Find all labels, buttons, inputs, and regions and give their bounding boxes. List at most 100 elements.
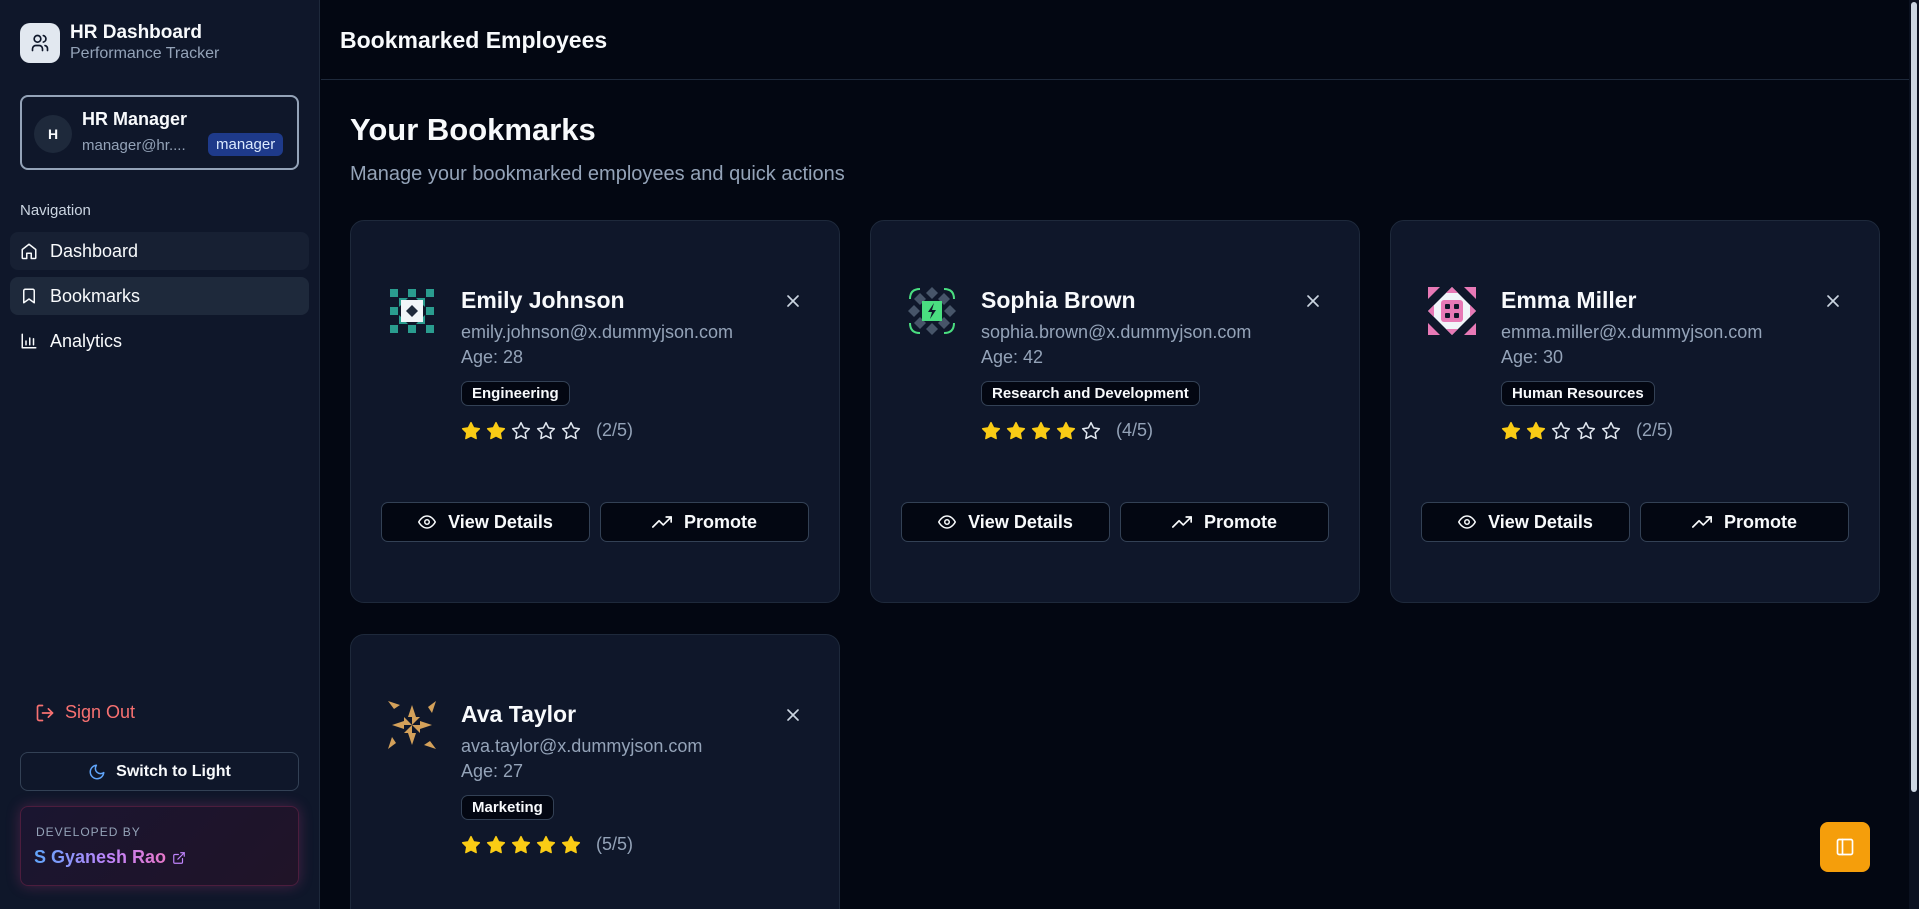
employee-age: Age: 30	[1501, 347, 1564, 367]
rating: (2/5)	[461, 420, 633, 441]
employee-avatar	[1426, 285, 1478, 337]
eye-icon	[1458, 515, 1477, 529]
star-filled-icon	[1056, 421, 1076, 439]
employee-card: Emma Miller emma.miller@x.dummyjson.com …	[1390, 220, 1880, 603]
sign-out-label: Sign Out	[65, 702, 136, 722]
role-badge: manager	[208, 133, 284, 156]
employee-avatar	[906, 285, 958, 337]
star-filled-icon	[1006, 421, 1026, 439]
employee-age: Age: 42	[981, 347, 1044, 367]
employee-card: Emily Johnson emily.johnson@x.dummyjson.…	[350, 220, 840, 603]
sidebar-toggle-button[interactable]	[1820, 822, 1870, 872]
sidebar-item-dashboard[interactable]: Dashboard	[10, 232, 309, 270]
star-filled-icon	[1526, 421, 1546, 439]
promote-label: Promote	[1203, 511, 1277, 532]
department-badge: Human Resources	[1501, 381, 1655, 406]
view-details-button[interactable]: View Details	[1421, 502, 1630, 542]
page-title: Bookmarked Employees	[340, 27, 608, 53]
employee-email: emily.johnson@x.dummyjson.com	[461, 322, 734, 342]
employee-avatar	[386, 285, 438, 337]
employee-email: emma.miller@x.dummyjson.com	[1501, 322, 1763, 342]
employee-email: sophia.brown@x.dummyjson.com	[981, 322, 1252, 342]
promote-button[interactable]: Promote	[1640, 502, 1849, 542]
brand-title: HR Dashboard	[70, 22, 202, 43]
developer-link[interactable]: S Gyanesh Rao	[34, 847, 186, 868]
view-details-label: View Details	[448, 511, 553, 532]
close-icon[interactable]	[783, 291, 803, 311]
eye-icon	[418, 515, 437, 529]
department-badge: Engineering	[461, 381, 570, 406]
bar-chart-icon	[21, 333, 37, 349]
rating: (5/5)	[461, 834, 633, 855]
theme-toggle-button[interactable]: Switch to Light	[20, 752, 299, 791]
employee-name: Emma Miller	[1501, 287, 1637, 313]
star-empty-icon	[536, 421, 556, 439]
moon-icon	[89, 764, 105, 779]
star-empty-icon	[1601, 421, 1621, 439]
top-bar: Bookmarked Employees	[321, 0, 1909, 80]
user-card[interactable]: H HR Manager manager@hr.... manager	[20, 95, 299, 170]
panel-left-icon	[1836, 838, 1854, 856]
sidebar-item-label: Analytics	[50, 330, 123, 351]
developer-name: S Gyanesh Rao	[34, 847, 167, 867]
view-details-label: View Details	[968, 511, 1073, 532]
close-icon[interactable]	[1823, 291, 1843, 311]
employee-name: Emily Johnson	[461, 287, 625, 313]
promote-label: Promote	[1723, 511, 1797, 532]
star-empty-icon	[1551, 421, 1571, 439]
star-filled-icon	[461, 835, 481, 853]
rating: (4/5)	[981, 420, 1153, 441]
close-icon[interactable]	[1303, 291, 1323, 311]
employee-card: Sophia Brown sophia.brown@x.dummyjson.co…	[870, 220, 1360, 603]
bookmark-icon	[23, 288, 35, 304]
star-filled-icon	[486, 835, 506, 853]
nav-heading: Navigation	[20, 202, 91, 219]
developer-label: DEVELOPED BY	[36, 825, 141, 839]
star-filled-icon	[1501, 421, 1521, 439]
employee-name: Sophia Brown	[981, 287, 1136, 313]
theme-toggle-label: Switch to Light	[116, 762, 231, 780]
view-details-button[interactable]: View Details	[901, 502, 1110, 542]
star-empty-icon	[561, 421, 581, 439]
department-badge: Research and Development	[981, 381, 1200, 406]
sidebar-item-analytics[interactable]: Analytics	[10, 322, 309, 360]
promote-label: Promote	[683, 511, 757, 532]
view-details-label: View Details	[1488, 511, 1593, 532]
star-empty-icon	[1576, 421, 1596, 439]
star-filled-icon	[536, 835, 556, 853]
sign-out-button[interactable]: Sign Out	[35, 702, 135, 723]
employee-email: ava.taylor@x.dummyjson.com	[461, 736, 703, 756]
close-icon[interactable]	[783, 705, 803, 725]
view-details-button[interactable]: View Details	[381, 502, 590, 542]
employee-age: Age: 28	[461, 347, 524, 367]
sidebar-item-label: Bookmarks	[50, 285, 141, 306]
star-filled-icon	[486, 421, 506, 439]
developer-card: DEVELOPED BY S Gyanesh Rao	[20, 806, 299, 886]
employee-age: Age: 27	[461, 761, 524, 781]
users-icon	[20, 23, 60, 63]
user-email: manager@hr....	[82, 137, 186, 154]
promote-button[interactable]: Promote	[1120, 502, 1329, 542]
user-name: HR Manager	[82, 109, 188, 129]
star-filled-icon	[461, 421, 481, 439]
section-subtitle: Manage your bookmarked employees and qui…	[350, 163, 845, 185]
star-filled-icon	[1031, 421, 1051, 439]
trending-up-icon	[1691, 516, 1712, 528]
sidebar-item-bookmarks[interactable]: Bookmarks	[10, 277, 309, 315]
scrollbar[interactable]	[1909, 0, 1919, 909]
star-filled-icon	[561, 835, 581, 853]
employee-avatar	[386, 699, 438, 751]
avatar: H	[34, 115, 72, 153]
rating: (2/5)	[1501, 420, 1673, 441]
rating-text: (5/5)	[596, 834, 634, 854]
scrollbar-thumb[interactable]	[1911, 2, 1917, 792]
trending-up-icon	[651, 516, 672, 528]
star-empty-icon	[511, 421, 531, 439]
sidebar: HR Dashboard Performance Tracker H HR Ma…	[0, 0, 320, 909]
rating-text: (4/5)	[1116, 420, 1154, 440]
log-out-icon	[36, 704, 54, 721]
star-filled-icon	[511, 835, 531, 853]
promote-button[interactable]: Promote	[600, 502, 809, 542]
brand-subtitle: Performance Tracker	[70, 45, 220, 62]
eye-icon	[938, 515, 957, 529]
